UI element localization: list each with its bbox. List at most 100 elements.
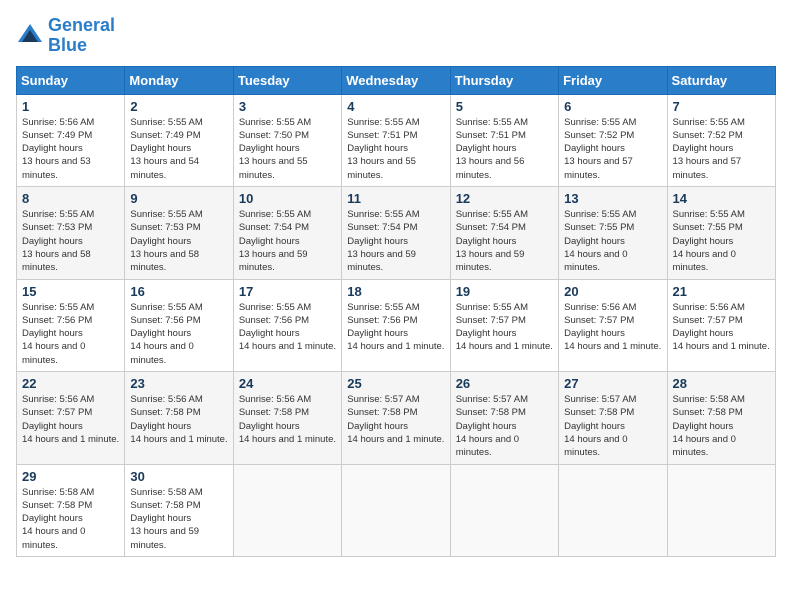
day-number: 20 bbox=[564, 284, 661, 299]
day-info: Sunrise: 5:55 AMSunset: 7:56 PMDaylight … bbox=[347, 301, 444, 354]
day-number: 1 bbox=[22, 99, 119, 114]
day-info: Sunrise: 5:57 AMSunset: 7:58 PMDaylight … bbox=[347, 393, 444, 446]
day-number: 28 bbox=[673, 376, 770, 391]
column-header-thursday: Thursday bbox=[450, 66, 558, 94]
calendar-cell: 18 Sunrise: 5:55 AMSunset: 7:56 PMDayligh… bbox=[342, 279, 450, 371]
calendar-cell: 12 Sunrise: 5:55 AMSunset: 7:54 PMDayligh… bbox=[450, 187, 558, 279]
day-number: 18 bbox=[347, 284, 444, 299]
calendar-cell: 14 Sunrise: 5:55 AMSunset: 7:55 PMDayligh… bbox=[667, 187, 775, 279]
calendar-cell bbox=[667, 464, 775, 556]
calendar-cell bbox=[233, 464, 341, 556]
day-info: Sunrise: 5:57 AMSunset: 7:58 PMDaylight … bbox=[564, 393, 661, 459]
day-number: 26 bbox=[456, 376, 553, 391]
column-header-monday: Monday bbox=[125, 66, 233, 94]
column-header-wednesday: Wednesday bbox=[342, 66, 450, 94]
day-number: 9 bbox=[130, 191, 227, 206]
calendar-cell: 15 Sunrise: 5:55 AMSunset: 7:56 PMDayligh… bbox=[17, 279, 125, 371]
calendar-cell: 6 Sunrise: 5:55 AMSunset: 7:52 PMDaylight… bbox=[559, 94, 667, 186]
day-info: Sunrise: 5:55 AMSunset: 7:54 PMDaylight … bbox=[456, 208, 553, 274]
logo-text: General Blue bbox=[48, 16, 115, 56]
day-info: Sunrise: 5:58 AMSunset: 7:58 PMDaylight … bbox=[22, 486, 119, 552]
logo-icon bbox=[16, 22, 44, 50]
day-info: Sunrise: 5:58 AMSunset: 7:58 PMDaylight … bbox=[673, 393, 770, 459]
day-info: Sunrise: 5:56 AMSunset: 7:58 PMDaylight … bbox=[130, 393, 227, 446]
calendar-cell: 27 Sunrise: 5:57 AMSunset: 7:58 PMDayligh… bbox=[559, 372, 667, 464]
calendar-cell: 11 Sunrise: 5:55 AMSunset: 7:54 PMDayligh… bbox=[342, 187, 450, 279]
calendar-cell: 16Sunrise: 5:55 AMSunset: 7:56 PMDayligh… bbox=[125, 279, 233, 371]
calendar-cell bbox=[342, 464, 450, 556]
day-number: 2 bbox=[130, 99, 227, 114]
calendar-cell: 26 Sunrise: 5:57 AMSunset: 7:58 PMDayligh… bbox=[450, 372, 558, 464]
calendar-table: SundayMondayTuesdayWednesdayThursdayFrid… bbox=[16, 66, 776, 557]
day-info: Sunrise: 5:55 AMSunset: 7:56 PMDaylight … bbox=[22, 301, 119, 367]
day-info: Sunrise: 5:55 AMSunset: 7:52 PMDaylight … bbox=[673, 116, 770, 182]
day-number: 19 bbox=[456, 284, 553, 299]
day-number: 4 bbox=[347, 99, 444, 114]
calendar-cell: 25 Sunrise: 5:57 AMSunset: 7:58 PMDayligh… bbox=[342, 372, 450, 464]
day-info: Sunrise: 5:55 AMSunset: 7:51 PMDaylight … bbox=[347, 116, 444, 182]
day-info: Sunrise: 5:55 AMSunset: 7:50 PMDaylight … bbox=[239, 116, 336, 182]
calendar-cell: 1 Sunrise: 5:56 AMSunset: 7:49 PMDaylight… bbox=[17, 94, 125, 186]
day-number: 7 bbox=[673, 99, 770, 114]
day-number: 22 bbox=[22, 376, 119, 391]
day-info: Sunrise: 5:55 AMSunset: 7:52 PMDaylight … bbox=[564, 116, 661, 182]
day-number: 23 bbox=[130, 376, 227, 391]
day-info: Sunrise: 5:56 AMSunset: 7:57 PMDaylight … bbox=[564, 301, 661, 354]
day-info: Sunrise: 5:55 AMSunset: 7:54 PMDaylight … bbox=[347, 208, 444, 274]
day-number: 6 bbox=[564, 99, 661, 114]
calendar-cell: 22 Sunrise: 5:56 AMSunset: 7:57 PMDayligh… bbox=[17, 372, 125, 464]
day-number: 8 bbox=[22, 191, 119, 206]
column-header-tuesday: Tuesday bbox=[233, 66, 341, 94]
calendar-cell: 24 Sunrise: 5:56 AMSunset: 7:58 PMDayligh… bbox=[233, 372, 341, 464]
calendar-cell: 5 Sunrise: 5:55 AMSunset: 7:51 PMDaylight… bbox=[450, 94, 558, 186]
day-number: 10 bbox=[239, 191, 336, 206]
day-number: 29 bbox=[22, 469, 119, 484]
day-info: Sunrise: 5:55 AMSunset: 7:55 PMDaylight … bbox=[564, 208, 661, 274]
calendar-cell: 7 Sunrise: 5:55 AMSunset: 7:52 PMDaylight… bbox=[667, 94, 775, 186]
calendar-cell: 13 Sunrise: 5:55 AMSunset: 7:55 PMDayligh… bbox=[559, 187, 667, 279]
day-number: 14 bbox=[673, 191, 770, 206]
day-info: Sunrise: 5:57 AMSunset: 7:58 PMDaylight … bbox=[456, 393, 553, 459]
calendar-cell: 20 Sunrise: 5:56 AMSunset: 7:57 PMDayligh… bbox=[559, 279, 667, 371]
day-info: Sunrise: 5:55 AMSunset: 7:56 PMDaylight … bbox=[130, 301, 227, 367]
day-number: 15 bbox=[22, 284, 119, 299]
day-info: Sunrise: 5:55 AMSunset: 7:57 PMDaylight … bbox=[456, 301, 553, 354]
calendar-cell bbox=[559, 464, 667, 556]
day-info: Sunrise: 5:56 AMSunset: 7:57 PMDaylight … bbox=[22, 393, 119, 446]
calendar-cell bbox=[450, 464, 558, 556]
calendar-cell: 10 Sunrise: 5:55 AMSunset: 7:54 PMDayligh… bbox=[233, 187, 341, 279]
day-info: Sunrise: 5:56 AMSunset: 7:49 PMDaylight … bbox=[22, 116, 119, 182]
day-info: Sunrise: 5:55 AMSunset: 7:54 PMDaylight … bbox=[239, 208, 336, 274]
day-info: Sunrise: 5:58 AMSunset: 7:58 PMDaylight … bbox=[130, 486, 227, 552]
day-number: 13 bbox=[564, 191, 661, 206]
day-info: Sunrise: 5:55 AMSunset: 7:53 PMDaylight … bbox=[130, 208, 227, 274]
day-info: Sunrise: 5:56 AMSunset: 7:57 PMDaylight … bbox=[673, 301, 770, 354]
calendar-cell: 8 Sunrise: 5:55 AMSunset: 7:53 PMDaylight… bbox=[17, 187, 125, 279]
calendar-cell: 29 Sunrise: 5:58 AMSunset: 7:58 PMDayligh… bbox=[17, 464, 125, 556]
calendar-cell: 23 Sunrise: 5:56 AMSunset: 7:58 PMDayligh… bbox=[125, 372, 233, 464]
day-number: 21 bbox=[673, 284, 770, 299]
day-info: Sunrise: 5:55 AMSunset: 7:51 PMDaylight … bbox=[456, 116, 553, 182]
day-info: Sunrise: 5:55 AMSunset: 7:55 PMDaylight … bbox=[673, 208, 770, 274]
day-number: 12 bbox=[456, 191, 553, 206]
calendar-cell: 19 Sunrise: 5:55 AMSunset: 7:57 PMDayligh… bbox=[450, 279, 558, 371]
calendar-cell: 3 Sunrise: 5:55 AMSunset: 7:50 PMDaylight… bbox=[233, 94, 341, 186]
column-header-sunday: Sunday bbox=[17, 66, 125, 94]
day-number: 17 bbox=[239, 284, 336, 299]
column-header-friday: Friday bbox=[559, 66, 667, 94]
calendar-cell: 2 Sunrise: 5:55 AMSunset: 7:49 PMDaylight… bbox=[125, 94, 233, 186]
day-info: Sunrise: 5:55 AMSunset: 7:56 PMDaylight … bbox=[239, 301, 336, 354]
day-number: 11 bbox=[347, 191, 444, 206]
logo: General Blue bbox=[16, 16, 115, 56]
day-info: Sunrise: 5:56 AMSunset: 7:58 PMDaylight … bbox=[239, 393, 336, 446]
day-info: Sunrise: 5:55 AMSunset: 7:49 PMDaylight … bbox=[130, 116, 227, 182]
day-number: 5 bbox=[456, 99, 553, 114]
day-number: 27 bbox=[564, 376, 661, 391]
page-header: General Blue bbox=[16, 16, 776, 56]
day-info: Sunrise: 5:55 AMSunset: 7:53 PMDaylight … bbox=[22, 208, 119, 274]
day-number: 25 bbox=[347, 376, 444, 391]
calendar-cell: 28 Sunrise: 5:58 AMSunset: 7:58 PMDayligh… bbox=[667, 372, 775, 464]
calendar-cell: 17 Sunrise: 5:55 AMSunset: 7:56 PMDayligh… bbox=[233, 279, 341, 371]
day-number: 24 bbox=[239, 376, 336, 391]
day-number: 3 bbox=[239, 99, 336, 114]
